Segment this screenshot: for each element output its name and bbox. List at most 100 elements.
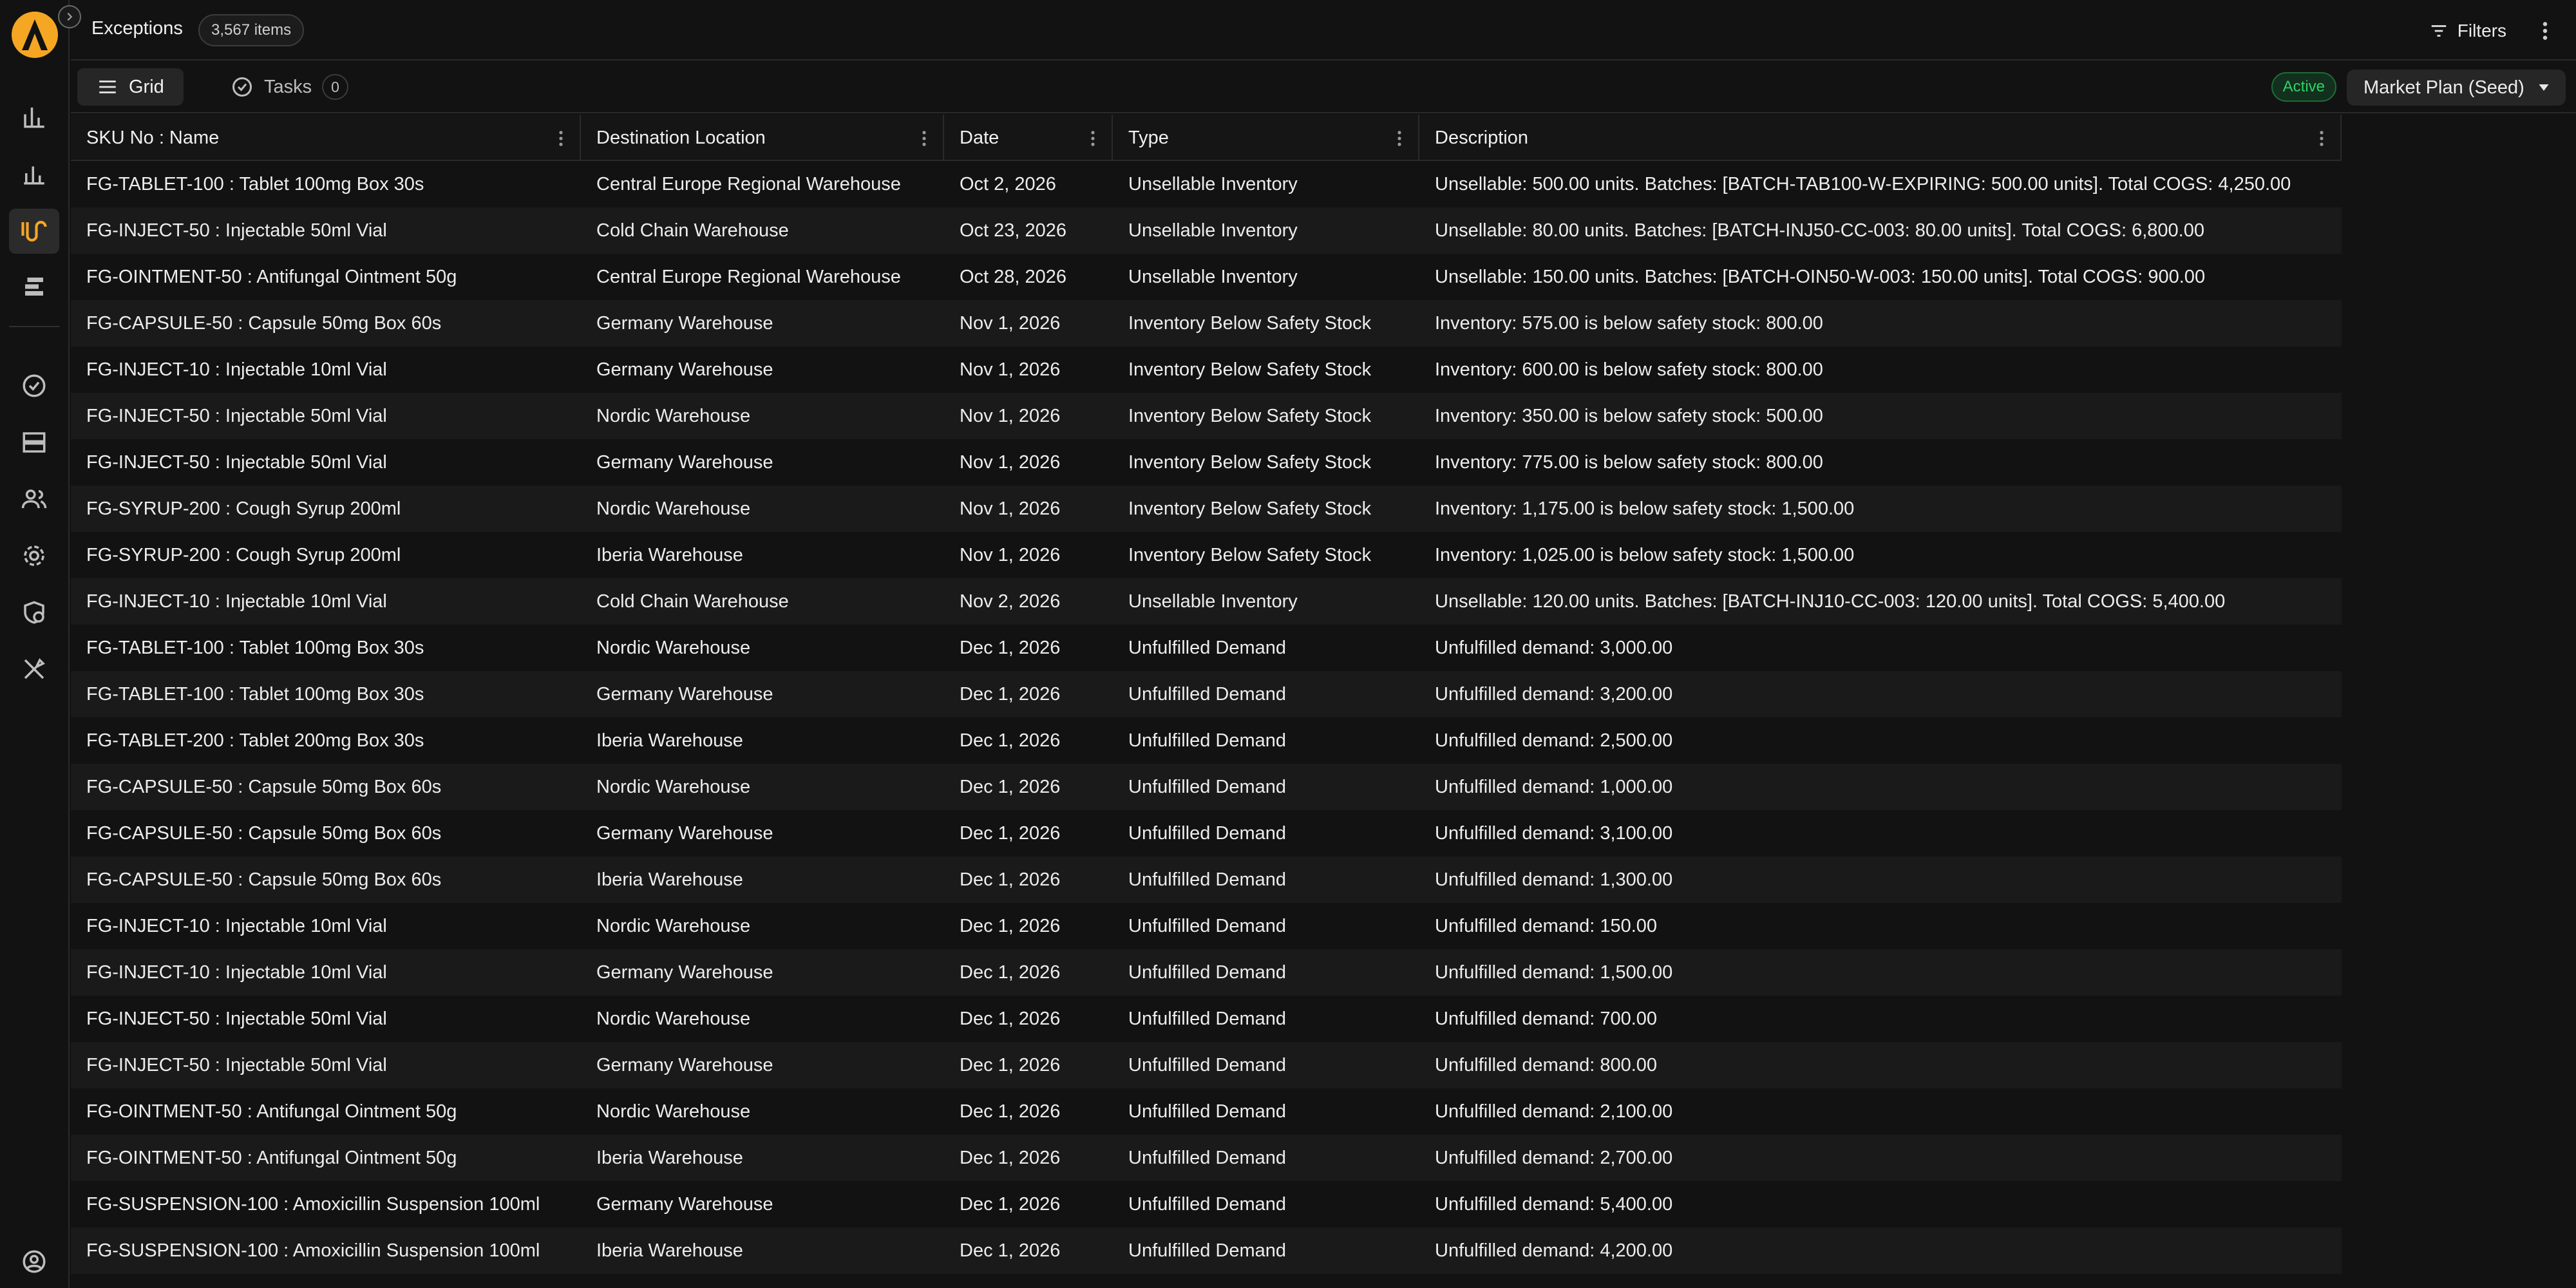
nav-tasks[interactable] bbox=[9, 363, 59, 408]
cell-date: Oct 28, 2026 bbox=[960, 266, 1067, 287]
cell-type: Unfulfilled Demand bbox=[1128, 1240, 1287, 1261]
more-options-icon[interactable] bbox=[2537, 18, 2553, 44]
nav-planning[interactable] bbox=[9, 264, 59, 309]
cell-destination: Germany Warehouse bbox=[596, 683, 773, 705]
table-row[interactable]: FG-CAPSULE-50 : Capsule 50mg Box 60s Germ… bbox=[71, 300, 2342, 346]
cell-sku: FG-CAPSULE-50 : Capsule 50mg Box 60s bbox=[86, 776, 442, 797]
nav-tools[interactable] bbox=[9, 647, 59, 692]
table-row[interactable]: FG-INJECT-10 : Injectable 10ml Vial Nordi… bbox=[71, 903, 2342, 949]
cell-type: Unsellable Inventory bbox=[1128, 591, 1298, 612]
column-menu-icon[interactable] bbox=[1090, 130, 1096, 147]
cell-destination: Germany Warehouse bbox=[596, 961, 773, 983]
cell-destination: Germany Warehouse bbox=[596, 822, 773, 844]
cell-date: Nov 1, 2026 bbox=[960, 544, 1061, 565]
column-menu-icon[interactable] bbox=[921, 130, 927, 147]
table-row[interactable]: FG-INJECT-10 : Injectable 10ml Vial Germa… bbox=[71, 949, 2342, 996]
cell-sku: FG-CAPSULE-50 : Capsule 50mg Box 60s bbox=[86, 822, 442, 844]
cell-description: Inventory: 575.00 is below safety stock:… bbox=[1435, 312, 1823, 334]
cell-description: Unfulfilled demand: 2,100.00 bbox=[1435, 1101, 1673, 1122]
cell-date: Dec 1, 2026 bbox=[960, 822, 1061, 844]
cell-destination: Nordic Warehouse bbox=[596, 1008, 751, 1029]
table-row[interactable]: FG-INJECT-10 : Injectable 10ml Vial Germa… bbox=[71, 346, 2342, 393]
table-row[interactable]: FG-CAPSULE-50 : Capsule 50mg Box 60s Germ… bbox=[71, 810, 2342, 857]
table-row[interactable]: FG-TABLET-100 : Tablet 100mg Box 30s Nord… bbox=[71, 625, 2342, 671]
cell-description: Unfulfilled demand: 3,000.00 bbox=[1435, 637, 1673, 658]
cell-destination: Iberia Warehouse bbox=[596, 869, 743, 890]
cell-description: Unfulfilled demand: 1,000.00 bbox=[1435, 776, 1673, 797]
column-menu-icon[interactable] bbox=[2318, 130, 2325, 147]
cell-sku: FG-CAPSULE-50 : Capsule 50mg Box 60s bbox=[86, 869, 442, 890]
cell-description: Unsellable: 500.00 units. Batches: [BATC… bbox=[1435, 173, 2291, 194]
cell-date: Dec 1, 2026 bbox=[960, 915, 1061, 936]
cell-description: Unfulfilled demand: 4,200.00 bbox=[1435, 1240, 1673, 1261]
cell-sku: FG-INJECT-50 : Injectable 50ml Vial bbox=[86, 1054, 387, 1075]
cell-date: Dec 1, 2026 bbox=[960, 637, 1061, 658]
nav-exceptions[interactable] bbox=[9, 209, 59, 254]
cell-destination: Germany Warehouse bbox=[596, 1054, 773, 1075]
table-row[interactable]: FG-TABLET-200 : Tablet 200mg Box 30s Iber… bbox=[71, 717, 2342, 764]
cell-type: Unfulfilled Demand bbox=[1128, 776, 1287, 797]
cell-sku: FG-INJECT-10 : Injectable 10ml Vial bbox=[86, 591, 387, 612]
nav-settings[interactable] bbox=[9, 533, 59, 578]
column-menu-icon[interactable] bbox=[1396, 130, 1403, 147]
cell-sku: FG-SYRUP-200 : Cough Syrup 200ml bbox=[86, 498, 401, 519]
cell-date: Dec 1, 2026 bbox=[960, 1054, 1061, 1075]
column-header-destination[interactable]: Destination Location bbox=[581, 115, 944, 161]
nav-users[interactable] bbox=[9, 477, 59, 522]
table-row[interactable]: FG-OINTMENT-50 : Antifungal Ointment 50g… bbox=[71, 1135, 2342, 1181]
table-row[interactable]: FG-INJECT-50 : Injectable 50ml Vial Nordi… bbox=[71, 393, 2342, 439]
table-row[interactable]: FG-INJECT-50 : Injectable 50ml Vial Germa… bbox=[71, 439, 2342, 486]
table-row[interactable]: FG-SUSPENSION-100 : Amoxicillin Suspensi… bbox=[71, 1181, 2342, 1227]
cell-sku: FG-CAPSULE-50 : Capsule 50mg Box 60s bbox=[86, 312, 442, 334]
cell-type: Unsellable Inventory bbox=[1128, 266, 1298, 287]
exceptions-grid: SKU No : Name Destination Location Date … bbox=[71, 115, 2342, 1288]
cell-date: Dec 1, 2026 bbox=[960, 1147, 1061, 1168]
column-header-description[interactable]: Description bbox=[1419, 115, 2342, 161]
cell-date: Nov 2, 2026 bbox=[960, 591, 1061, 612]
cell-type: Inventory Below Safety Stock bbox=[1128, 312, 1372, 334]
table-row[interactable]: FG-INJECT-50 : Injectable 50ml Vial Nordi… bbox=[71, 996, 2342, 1042]
cell-type: Unfulfilled Demand bbox=[1128, 683, 1287, 705]
cell-description: Unsellable: 80.00 units. Batches: [BATCH… bbox=[1435, 220, 2204, 241]
column-header-sku[interactable]: SKU No : Name bbox=[71, 115, 581, 161]
table-row[interactable]: FG-INJECT-10 : Injectable 10ml Vial Cold … bbox=[71, 578, 2342, 625]
table-row[interactable]: FG-CAPSULE-50 : Capsule 50mg Box 60s Nord… bbox=[71, 764, 2342, 810]
sidebar-expand-button[interactable] bbox=[58, 5, 81, 28]
column-header-date[interactable]: Date bbox=[944, 115, 1113, 161]
nav-profile[interactable] bbox=[9, 1239, 59, 1284]
cell-destination: Germany Warehouse bbox=[596, 451, 773, 473]
tab-grid[interactable]: Grid bbox=[77, 68, 184, 106]
cell-date: Oct 23, 2026 bbox=[960, 220, 1067, 241]
column-header-type[interactable]: Type bbox=[1113, 115, 1419, 161]
nav-dashboard[interactable] bbox=[9, 94, 59, 139]
tasks-count-badge: 0 bbox=[322, 74, 348, 100]
cell-type: Unfulfilled Demand bbox=[1128, 637, 1287, 658]
table-row[interactable]: FG-TABLET-100 : Tablet 100mg Box 30s Germ… bbox=[71, 671, 2342, 717]
cell-date: Nov 1, 2026 bbox=[960, 312, 1061, 334]
cell-type: Unsellable Inventory bbox=[1128, 173, 1298, 194]
cell-description: Unfulfilled demand: 700.00 bbox=[1435, 1008, 1658, 1029]
cell-destination: Germany Warehouse bbox=[596, 1193, 773, 1215]
filter-icon bbox=[2431, 25, 2447, 37]
top-bar: Exceptions 3,567 items Filters bbox=[71, 0, 2576, 61]
table-row[interactable]: FG-OINTMENT-50 : Antifungal Ointment 50g… bbox=[71, 254, 2342, 300]
table-row[interactable]: FG-TABLET-100 : Tablet 100mg Box 30s Cent… bbox=[71, 161, 2342, 207]
app-logo[interactable] bbox=[9, 9, 61, 61]
nav-security[interactable] bbox=[9, 590, 59, 635]
table-row[interactable]: FG-SYRUP-200 : Cough Syrup 200ml Nordic W… bbox=[71, 486, 2342, 532]
cell-date: Dec 1, 2026 bbox=[960, 1240, 1061, 1261]
table-row[interactable]: FG-SYRUP-200 : Cough Syrup 200ml Iberia W… bbox=[71, 532, 2342, 578]
table-row[interactable]: FG-OINTMENT-50 : Antifungal Ointment 50g… bbox=[71, 1088, 2342, 1135]
table-row[interactable]: FG-INJECT-50 : Injectable 50ml Vial Germa… bbox=[71, 1042, 2342, 1088]
nav-analytics[interactable] bbox=[9, 151, 59, 196]
table-row[interactable]: FG-CAPSULE-50 : Capsule 50mg Box 60s Iber… bbox=[71, 857, 2342, 903]
nav-data[interactable] bbox=[9, 420, 59, 465]
plan-select[interactable]: Market Plan (Seed) bbox=[2347, 70, 2566, 106]
table-row[interactable]: FG-INJECT-50 : Injectable 50ml Vial Cold … bbox=[71, 207, 2342, 254]
cell-type: Unfulfilled Demand bbox=[1128, 1147, 1287, 1168]
column-menu-icon[interactable] bbox=[558, 130, 564, 147]
cell-sku: FG-INJECT-50 : Injectable 50ml Vial bbox=[86, 451, 387, 473]
tab-tasks[interactable]: Tasks 0 bbox=[211, 68, 368, 106]
filters-button[interactable]: Filters bbox=[2429, 17, 2506, 45]
table-row[interactable]: FG-SUSPENSION-100 : Amoxicillin Suspensi… bbox=[71, 1227, 2342, 1274]
